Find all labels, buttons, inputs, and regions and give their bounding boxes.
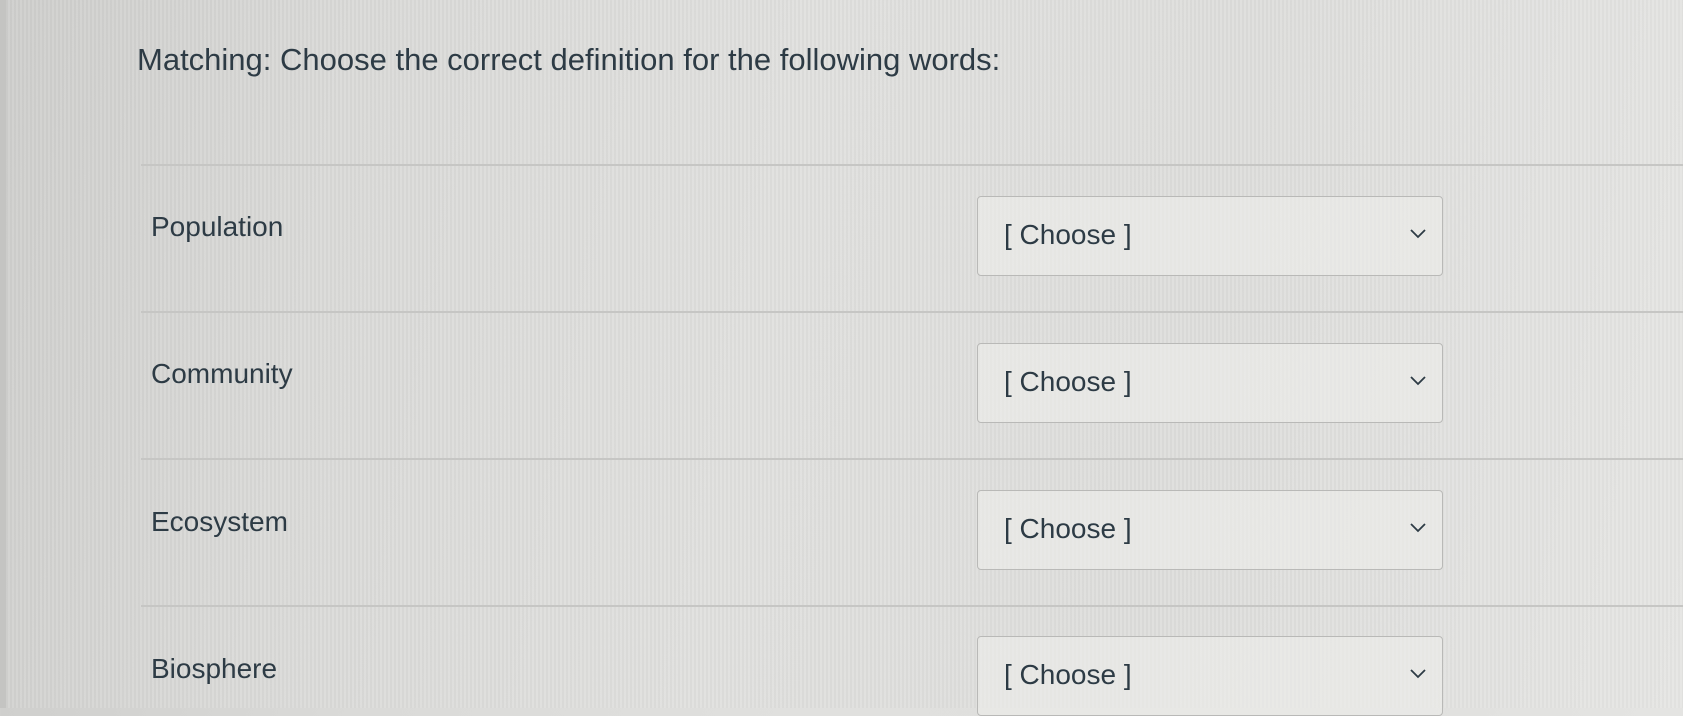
term-label-community: Community: [151, 358, 293, 389]
term-label-ecosystem: Ecosystem: [151, 506, 288, 537]
page-left-border: [0, 0, 6, 708]
divider: [141, 164, 1683, 166]
chevron-down-icon: [1410, 523, 1426, 533]
chevron-down-icon: [1410, 229, 1426, 239]
question-title: Matching: Choose the correct definition …: [137, 42, 1001, 77]
definition-select-community[interactable]: [ Choose ]: [977, 343, 1443, 423]
select-value: [ Choose ]: [1004, 659, 1132, 690]
select-value: [ Choose ]: [1004, 366, 1132, 397]
definition-select-population[interactable]: [ Choose ]: [977, 196, 1443, 276]
select-value: [ Choose ]: [1004, 219, 1132, 250]
definition-select-biosphere[interactable]: [ Choose ]: [977, 636, 1443, 716]
term-label-biosphere: Biosphere: [151, 653, 278, 684]
divider: [141, 311, 1683, 313]
divider: [141, 605, 1683, 607]
definition-select-ecosystem[interactable]: [ Choose ]: [977, 490, 1443, 570]
chevron-down-icon: [1410, 376, 1426, 386]
select-value: [ Choose ]: [1004, 513, 1132, 544]
term-label-population: Population: [151, 211, 284, 242]
divider: [141, 458, 1683, 460]
chevron-down-icon: [1410, 669, 1426, 679]
